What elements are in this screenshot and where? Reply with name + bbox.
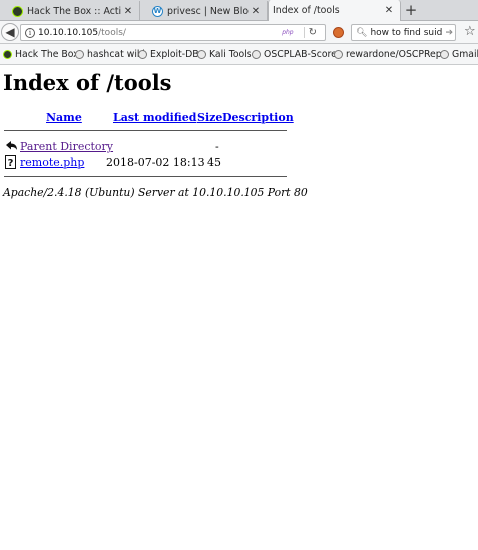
search-icon: 🔍︎	[356, 27, 368, 38]
bookmark-label: Exploit-DB	[150, 49, 199, 60]
footer-divider	[4, 176, 287, 177]
bookmark-hashcat-wiki[interactable]: hashcat wiki	[75, 49, 145, 60]
tab-title: Hack The Box :: Activ...	[27, 5, 121, 17]
url-path: /tools/	[98, 27, 126, 38]
php-addon-badge[interactable]: php	[282, 29, 293, 36]
page-title: Index of /tools	[3, 70, 172, 95]
remote-php-link[interactable]: remote.php	[20, 156, 84, 169]
parent-directory-link[interactable]: Parent Directory	[20, 140, 113, 153]
tab-index-of-tools[interactable]: Index of /tools ✕	[268, 0, 401, 21]
close-icon[interactable]: ✕	[249, 6, 263, 17]
close-icon[interactable]: ✕	[382, 5, 396, 16]
search-bar[interactable]: 🔍︎ how to find suid files ➔	[351, 24, 456, 41]
back-arrow-icon: ◀	[5, 25, 15, 39]
reload-icon[interactable]: ↻	[309, 27, 317, 38]
server-signature: Apache/2.4.18 (Ubuntu) Server at 10.10.1…	[3, 186, 308, 199]
globe-icon	[252, 50, 261, 59]
globe-icon	[138, 50, 147, 59]
info-icon[interactable]: i	[25, 27, 35, 38]
globe-icon	[197, 50, 206, 59]
svg-text:?: ?	[8, 158, 14, 169]
bookmark-oscplab-score[interactable]: OSCPLAB-Score	[252, 49, 337, 60]
globe-icon	[75, 50, 84, 59]
bookmark-kali-tools[interactable]: Kali Tools	[197, 49, 252, 60]
size-cell: -	[215, 140, 219, 153]
file-name-cell[interactable]: remote.php	[20, 156, 84, 169]
back-button[interactable]: ◀	[1, 23, 19, 41]
sort-by-description-link[interactable]: Description	[222, 111, 294, 124]
table-row: Parent Directory -	[4, 139, 294, 153]
bookmark-hackthebox[interactable]: Hack The Box	[3, 49, 79, 60]
addon-icon[interactable]	[333, 27, 344, 38]
bookmark-oscprepo[interactable]: rewardone/OSCPRepo	[334, 49, 447, 60]
unknown-file-icon: ?	[5, 155, 16, 169]
bookmarks-bar: Hack The Box hashcat wiki Exploit-DB Kal…	[0, 44, 478, 65]
column-header-size[interactable]: Size	[197, 111, 222, 124]
size-cell: 45	[207, 156, 221, 169]
bookmark-star-icon[interactable]: ☆	[464, 25, 476, 39]
navigation-toolbar: ◀ i 10.10.10.105 /tools/ php ↻ 🔍︎ how to…	[0, 21, 478, 44]
tab-hackthebox[interactable]: Hack The Box :: Activ... ✕	[0, 1, 140, 21]
bookmark-label: Gmail	[452, 49, 478, 60]
last-modified-cell: 2018-07-02 18:13	[106, 156, 205, 169]
column-header-last-modified[interactable]: Last modified	[113, 111, 197, 124]
column-header-name[interactable]: Name	[46, 111, 82, 124]
tab-title: Index of /tools	[273, 5, 340, 16]
hackthebox-icon	[3, 50, 12, 59]
tab-title: privesc | New Blog U...	[167, 5, 249, 17]
wordpress-icon: W	[152, 5, 163, 17]
search-input[interactable]: how to find suid files	[370, 28, 443, 38]
bookmark-label: Kali Tools	[209, 49, 252, 60]
bookmark-exploit-db[interactable]: Exploit-DB	[138, 49, 199, 60]
table-row: ? remote.php 2018-07-02 18:13 45	[4, 155, 294, 169]
globe-icon	[440, 50, 449, 59]
url-host: 10.10.10.105	[38, 27, 99, 38]
url-divider	[303, 27, 305, 38]
column-header-description[interactable]: Description	[222, 111, 294, 124]
bookmark-gmail[interactable]: Gmail	[440, 49, 478, 60]
sort-by-size-link[interactable]: Size	[197, 111, 222, 124]
bookmark-label: Hack The Box	[15, 49, 79, 60]
back-folder-icon	[6, 141, 17, 150]
hackthebox-icon	[12, 5, 23, 17]
sort-by-name-link[interactable]: Name	[46, 111, 82, 124]
close-icon[interactable]: ✕	[121, 6, 135, 17]
bookmark-label: rewardone/OSCPRepo	[346, 49, 448, 60]
search-go-icon[interactable]: ➔	[445, 28, 453, 38]
bookmark-label: OSCPLAB-Score	[264, 49, 337, 60]
header-divider	[4, 130, 287, 131]
tab-strip: Hack The Box :: Activ... ✕ W privesc | N…	[0, 0, 478, 21]
file-name-cell[interactable]: Parent Directory	[20, 140, 113, 153]
url-bar[interactable]: i 10.10.10.105 /tools/ php ↻	[20, 24, 326, 41]
globe-icon	[334, 50, 343, 59]
sort-by-last-modified-link[interactable]: Last modified	[113, 111, 197, 124]
bookmark-label: hashcat wiki	[87, 49, 145, 60]
new-tab-button[interactable]: +	[402, 2, 420, 20]
tab-privesc[interactable]: W privesc | New Blog U... ✕	[140, 1, 268, 21]
